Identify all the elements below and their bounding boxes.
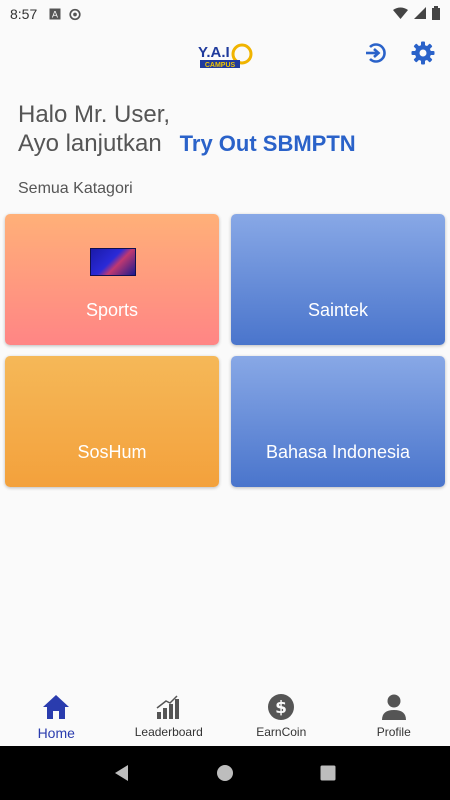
- tryout-title: Try Out SBMPTN: [179, 131, 356, 156]
- nav-item-profile[interactable]: Profile: [338, 686, 450, 746]
- nav-item-home[interactable]: Home: [0, 686, 113, 746]
- circle-a-icon: [69, 8, 81, 20]
- text-box-icon: A: [49, 8, 61, 20]
- app-bar: Y.A.I CAMPUS: [0, 32, 450, 78]
- home-icon: [42, 693, 70, 721]
- nav-label: Leaderboard: [134, 725, 203, 739]
- svg-text:A: A: [52, 11, 59, 21]
- sports-thumbnail-image: [90, 248, 136, 276]
- greeting: Halo Mr. User, Ayo lanjutkan Try Out SBM…: [18, 100, 356, 158]
- category-label: SosHum: [77, 442, 147, 462]
- category-card-bahasa-indonesia[interactable]: Bahasa Indonesia: [231, 356, 445, 487]
- back-icon[interactable]: [112, 763, 132, 783]
- battery-icon: [432, 5, 440, 23]
- settings-icon: [411, 41, 435, 70]
- svg-text:$: $: [275, 698, 287, 718]
- wifi-icon: [393, 6, 408, 22]
- dollar-coin-icon: $: [267, 693, 295, 721]
- logo-subtext: CAMPUS: [205, 62, 236, 69]
- nav-item-earncoin[interactable]: $ EarnCoin: [225, 686, 338, 746]
- status-bar: 8:57 A: [0, 0, 450, 28]
- section-label: Semua Katagori: [18, 180, 133, 197]
- recents-square-icon[interactable]: [318, 763, 338, 783]
- status-time: 8:57: [10, 6, 38, 22]
- category-label: Bahasa Indonesia: [265, 442, 411, 462]
- nav-item-leaderboard[interactable]: Leaderboard: [113, 686, 226, 746]
- logout-icon: [363, 41, 387, 70]
- category-card-saintek[interactable]: Saintek: [231, 214, 445, 345]
- home-circle-icon[interactable]: [215, 763, 235, 783]
- person-icon: [380, 693, 408, 721]
- bar-chart-icon: [155, 693, 183, 721]
- nav-label: Home: [37, 725, 75, 741]
- logout-button[interactable]: [360, 40, 390, 70]
- signal-icon: [414, 6, 426, 22]
- greeting-line2: Ayo lanjutkan: [18, 130, 162, 157]
- system-nav-bar: [0, 746, 450, 800]
- greeting-line1: Halo Mr. User,: [18, 101, 171, 128]
- category-card-soshum[interactable]: SosHum: [5, 356, 219, 487]
- yai-campus-logo: Y.A.I CAMPUS: [198, 38, 254, 72]
- logo-text: Y.A.I: [198, 44, 230, 61]
- nav-label: EarnCoin: [256, 725, 307, 739]
- bottom-nav: Home Leaderboard $ EarnCoin Profile: [0, 686, 450, 746]
- category-label: Sports: [85, 300, 139, 320]
- category-card-sports[interactable]: Sports: [5, 214, 219, 345]
- category-label: Saintek: [307, 300, 369, 320]
- settings-button[interactable]: [408, 40, 438, 70]
- nav-label: Profile: [376, 725, 411, 739]
